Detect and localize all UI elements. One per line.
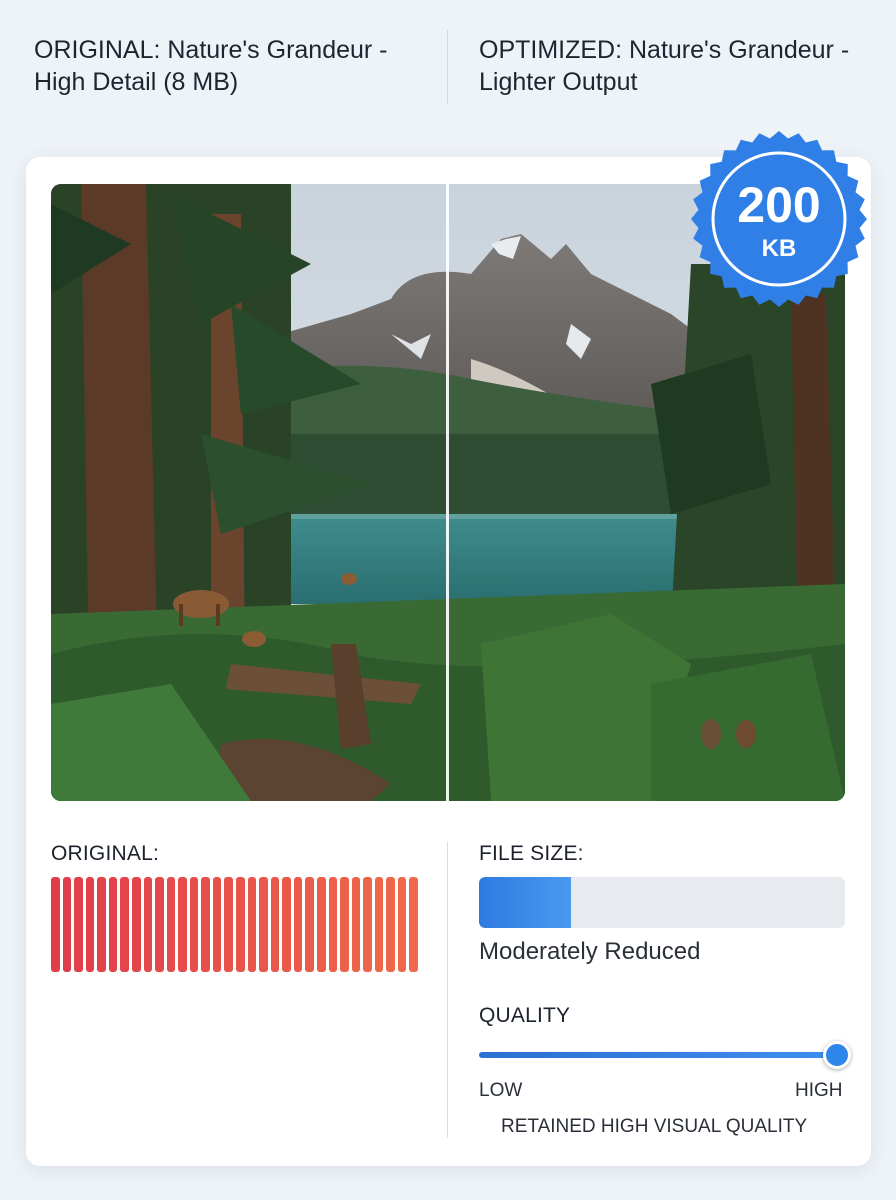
comparison-split-line: [446, 184, 449, 801]
original-size-bar: [155, 877, 164, 972]
original-size-bar: [143, 877, 153, 972]
original-size-bar: [51, 877, 60, 972]
quality-slider-track[interactable]: [479, 1052, 837, 1058]
original-size-bar: [74, 877, 83, 972]
original-size-bar: [224, 877, 233, 972]
original-size-bar: [328, 877, 338, 972]
original-size-bar: [270, 877, 280, 972]
original-size-bar: [374, 877, 384, 972]
original-size-bar: [293, 877, 303, 972]
original-size-bar: [120, 877, 129, 972]
quality-slider-fill: [479, 1052, 837, 1058]
original-label: ORIGINAL:: [51, 842, 159, 865]
original-size-bar: [108, 877, 118, 972]
original-size-bar: [386, 877, 395, 972]
original-size-bar: [340, 877, 349, 972]
file-size-label: FILE SIZE:: [479, 842, 584, 865]
quality-label: QUALITY: [479, 1004, 571, 1027]
original-size-bar: [131, 877, 141, 972]
original-size-bar: [363, 877, 372, 972]
quality-slider-thumb[interactable]: [823, 1041, 851, 1069]
file-size-progress: [479, 877, 845, 928]
original-size-bar: [212, 877, 222, 972]
file-size-progress-fill: [479, 877, 571, 928]
original-size-bar: [236, 877, 245, 972]
original-size-bar: [85, 877, 95, 972]
original-size-bar: [409, 877, 418, 972]
original-size-bars: [51, 877, 418, 972]
file-size-badge: [691, 131, 867, 307]
original-size-bar: [166, 877, 176, 972]
original-size-bar: [282, 877, 291, 972]
original-size-bar: [97, 877, 106, 972]
original-size-bar: [305, 877, 314, 972]
quality-low-label: LOW: [479, 1080, 523, 1101]
header-divider: [447, 30, 448, 104]
optimized-title: OPTIMIZED: Nature's Grandeur - Lighter O…: [479, 36, 850, 96]
original-size-bar: [189, 877, 199, 972]
original-size-bar: [351, 877, 361, 972]
original-size-bar: [316, 877, 326, 972]
original-size-bar: [201, 877, 210, 972]
original-title: ORIGINAL: Nature's Grandeur - High Detai…: [34, 36, 388, 96]
header-bar: ORIGINAL: Nature's Grandeur - High Detai…: [0, 0, 896, 130]
file-size-description: Moderately Reduced: [479, 938, 701, 965]
original-size-bar: [178, 877, 187, 972]
original-size-bar: [397, 877, 407, 972]
quality-note: RETAINED HIGH VISUAL QUALITY: [501, 1116, 808, 1137]
original-size-bar: [259, 877, 268, 972]
panel-divider: [447, 842, 448, 1138]
original-size-bar: [62, 877, 72, 972]
original-size-bar: [247, 877, 257, 972]
quality-high-label: HIGH: [795, 1080, 843, 1101]
